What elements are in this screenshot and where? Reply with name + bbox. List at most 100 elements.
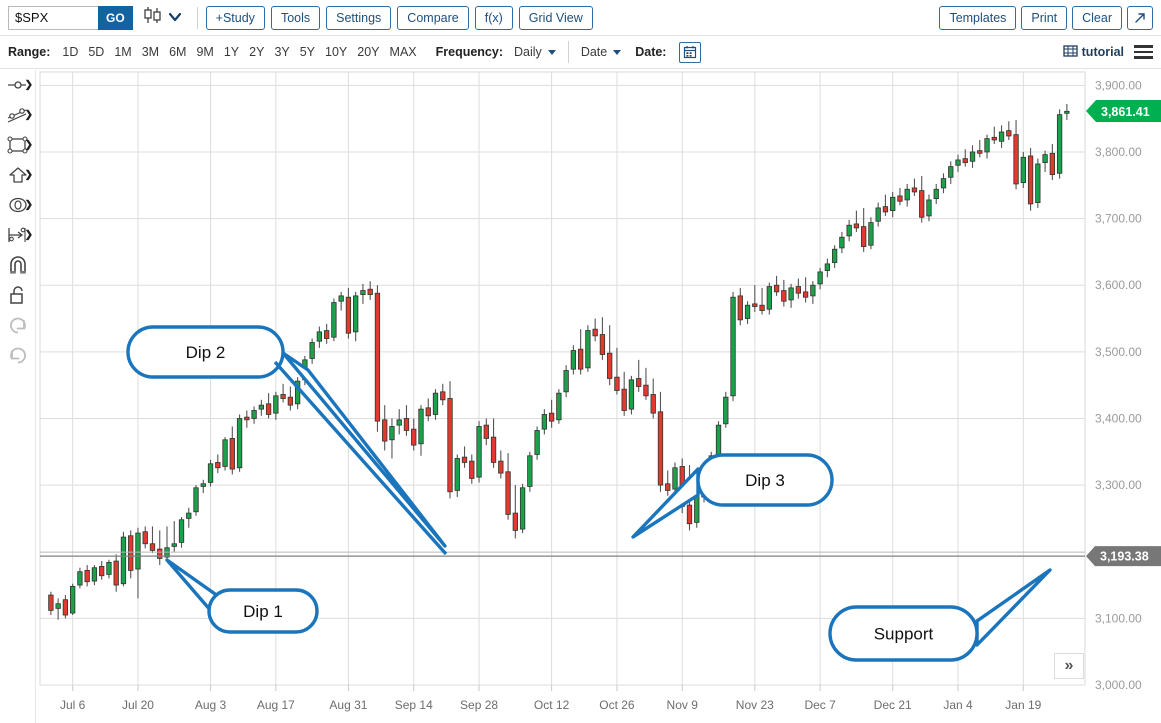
candle-body [883, 207, 887, 212]
candle-body [796, 287, 800, 294]
range-10y[interactable]: 10Y [320, 43, 352, 61]
candle-body [767, 287, 771, 310]
candle-body [782, 291, 786, 302]
candle-body [63, 600, 67, 615]
candle-body [506, 472, 510, 515]
frequency-select[interactable]: Daily [510, 43, 560, 61]
candle-body [912, 188, 916, 192]
candle-body [92, 568, 96, 581]
measure-tool[interactable]: ❯ [0, 220, 35, 250]
range-6m[interactable]: 6M [164, 43, 191, 61]
grid-view-button[interactable]: Grid View [519, 6, 593, 30]
price-chart[interactable]: 3,900.003,800.003,700.003,600.003,500.00… [36, 70, 1161, 723]
y-axis: 3,900.003,800.003,700.003,600.003,500.00… [1095, 78, 1142, 692]
candle-body [157, 549, 161, 558]
shape-tool[interactable]: ❯ [0, 130, 35, 160]
candle-body [687, 505, 691, 524]
tutorial-button[interactable]: tutorial [1063, 44, 1124, 61]
range-max[interactable]: MAX [385, 43, 422, 61]
candle-body [665, 484, 669, 491]
go-button[interactable]: GO [98, 6, 133, 30]
settings-button[interactable]: Settings [326, 6, 391, 30]
top-toolbar: GO +StudyToolsSettingsCompare f(x)Grid Vi… [0, 0, 1161, 36]
range-1m[interactable]: 1M [109, 43, 136, 61]
range-1y[interactable]: 1Y [219, 43, 244, 61]
y-tick-label: 3,500.00 [1095, 345, 1142, 359]
hamburger-menu-icon[interactable] [1134, 45, 1153, 59]
scroll-right-button[interactable]: » [1054, 653, 1084, 679]
x-tick-label: Nov 9 [667, 698, 699, 712]
chevron-right-icon: ❯ [25, 200, 33, 211]
symbol-search-group: GO [8, 6, 133, 30]
candle-body [128, 536, 132, 571]
range-label: Range: [8, 45, 50, 59]
line-tool[interactable]: ❯ [0, 70, 35, 100]
print-button[interactable]: Print [1021, 6, 1067, 30]
double-chevron-right-icon: » [1065, 657, 1074, 675]
last-price-badge: 3,861.41 [1086, 100, 1161, 122]
range-2y[interactable]: 2Y [244, 43, 269, 61]
symbol-input[interactable] [9, 7, 99, 29]
chevron-down-icon [548, 50, 556, 55]
add-study-button[interactable]: +Study [206, 6, 265, 30]
y-tick-label: 3,000.00 [1095, 678, 1142, 692]
candle-body [237, 418, 241, 467]
range-9m[interactable]: 9M [191, 43, 218, 61]
rangebar-divider [568, 41, 569, 63]
candle-body [259, 405, 263, 409]
candle-body [477, 426, 481, 477]
candle-body [332, 303, 336, 338]
candle-body [433, 393, 437, 414]
candle-body [948, 167, 952, 178]
support-price-label: 3,193.38 [1100, 550, 1149, 564]
candle-body [999, 132, 1003, 141]
unlock-icon[interactable] [0, 280, 35, 310]
range-1d[interactable]: 1D [57, 43, 83, 61]
redo-icon[interactable] [0, 340, 35, 370]
candle-body [114, 561, 118, 585]
range-20y[interactable]: 20Y [352, 43, 384, 61]
candle-body [811, 285, 815, 296]
tools-button[interactable]: Tools [271, 6, 320, 30]
date-type-select[interactable]: Date [577, 43, 625, 61]
x-axis: Jul 6Jul 20Aug 3Aug 17Aug 31Sep 14Sep 28… [60, 685, 1042, 712]
arrow-tool[interactable]: ❯ [0, 160, 35, 190]
clear-button[interactable]: Clear [1072, 6, 1122, 30]
candle-body [1028, 156, 1032, 204]
range-3y[interactable]: 3Y [269, 43, 294, 61]
tutorial-label: tutorial [1082, 45, 1124, 59]
candle-body [397, 420, 401, 425]
candle-body [825, 264, 829, 271]
x-tick-label: Jul 6 [60, 698, 86, 712]
candle-body [869, 223, 873, 246]
x-tick-label: Jan 4 [943, 698, 973, 712]
channel-tool[interactable]: ❯ [0, 100, 35, 130]
toolbar-divider [197, 7, 198, 29]
candle-body [607, 353, 611, 378]
chart-canvas[interactable]: 3,900.003,800.003,700.003,600.003,500.00… [36, 70, 1161, 723]
calendar-icon[interactable] [679, 42, 701, 63]
candle-body [99, 566, 103, 575]
expand-arrow-icon[interactable] [1127, 6, 1153, 30]
range-5d[interactable]: 5D [83, 43, 109, 61]
candle-body [216, 462, 220, 467]
candle-body [578, 349, 582, 369]
magnet-tool[interactable] [0, 250, 35, 280]
undo-icon[interactable] [0, 310, 35, 340]
candle-body [441, 392, 445, 400]
candle-body [919, 191, 923, 218]
annotation-tool[interactable]: ❯ [0, 190, 35, 220]
compare-button[interactable]: Compare [397, 6, 468, 30]
range-5y[interactable]: 5Y [295, 43, 320, 61]
functions-button[interactable]: f(x) [475, 6, 513, 30]
range-3m[interactable]: 3M [137, 43, 164, 61]
candle-body [803, 292, 807, 297]
candle-body [673, 468, 677, 489]
chart-type-selector[interactable] [139, 5, 185, 31]
candle-body [774, 285, 778, 292]
candle-body [513, 513, 517, 530]
templates-button[interactable]: Templates [939, 6, 1016, 30]
candle-body [731, 297, 735, 396]
candle-body [78, 572, 82, 585]
candle-body [970, 152, 974, 161]
